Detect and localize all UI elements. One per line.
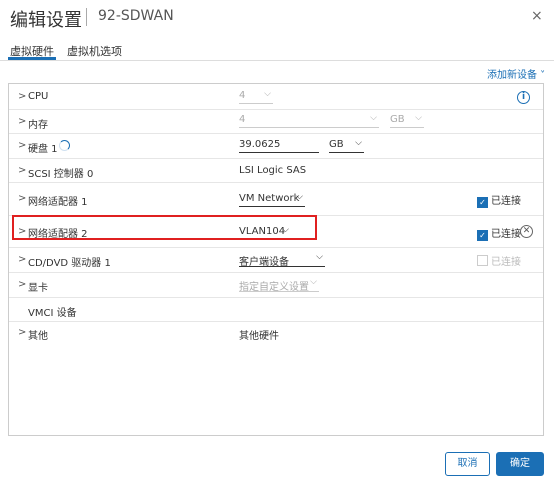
cancel-button[interactable]: 取消 xyxy=(445,452,490,476)
nic2-connected-checkbox[interactable]: ✓ 已连接 xyxy=(477,225,521,241)
video-select[interactable]: 指定自定义设置 ⌵ xyxy=(239,277,319,293)
memory-input[interactable]: 4 ⌵ xyxy=(239,113,379,128)
chevron-right-icon[interactable]: > xyxy=(18,116,26,127)
row-disk[interactable]: > 硬盘 1 39.0625 GB ⌵ xyxy=(9,133,543,159)
tabs-divider xyxy=(0,60,554,61)
info-icon[interactable]: i xyxy=(517,91,530,104)
row-scsi[interactable]: > SCSI 控制器 0 LSI Logic SAS xyxy=(9,158,543,183)
memory-value: 4 xyxy=(239,114,246,125)
nic1-connected-label: 已连接 xyxy=(491,196,521,207)
video-label: 显卡 xyxy=(28,283,48,294)
add-new-device-button[interactable]: 添加新设备 ˅ xyxy=(487,66,545,81)
chevron-right-icon[interactable]: > xyxy=(18,165,26,176)
video-value: 指定自定义设置 xyxy=(239,282,309,293)
chevron-right-icon[interactable]: > xyxy=(18,140,26,151)
row-vmci: VMCI 设备 xyxy=(9,297,543,322)
cdrom-value: 客户端设备 xyxy=(239,257,289,268)
checkmark-icon: ✓ xyxy=(477,230,488,241)
memory-label: 内存 xyxy=(28,120,48,131)
row-video-card[interactable]: > 显卡 指定自定义设置 ⌵ xyxy=(9,272,543,298)
row-other[interactable]: > 其他 其他硬件 xyxy=(9,321,543,345)
close-icon[interactable]: × xyxy=(531,8,543,24)
title-divider xyxy=(86,8,87,26)
memory-unit: GB xyxy=(390,114,405,125)
row-cd-dvd[interactable]: > CD/DVD 驱动器 1 客户端设备 ⌵ 已连接 xyxy=(9,247,543,273)
checkbox-icon xyxy=(477,255,488,266)
disk-label: 硬盘 1 xyxy=(28,144,58,155)
cdrom-connected-label: 已连接 xyxy=(491,257,521,268)
chevron-right-icon[interactable]: > xyxy=(18,254,26,265)
vm-name: 92-SDWAN xyxy=(98,8,174,24)
loading-spinner-icon xyxy=(59,140,70,151)
disk-size-input[interactable]: 39.0625 xyxy=(239,139,319,153)
disk-unit-select[interactable]: GB ⌵ xyxy=(329,138,364,153)
dialog-title: 编辑设置 xyxy=(10,10,82,31)
chevron-down-icon: ⌵ xyxy=(316,252,323,262)
cpu-select[interactable]: 4 ⌵ xyxy=(239,89,273,104)
vmci-label: VMCI 设备 xyxy=(28,308,77,319)
nic1-label: 网络适配器 1 xyxy=(28,197,88,208)
cpu-label: CPU xyxy=(28,91,49,102)
row-network-adapter-1[interactable]: > 网络适配器 1 VM Network ⌵ ✓ 已连接 xyxy=(9,182,543,216)
cpu-value: 4 xyxy=(239,90,246,101)
cdrom-select[interactable]: 客户端设备 ⌵ xyxy=(239,252,325,268)
remove-device-icon[interactable]: ✕ xyxy=(520,225,533,238)
cdrom-connected-checkbox[interactable]: 已连接 xyxy=(477,253,521,268)
other-value: 其他硬件 xyxy=(239,331,279,342)
chevron-right-icon[interactable]: > xyxy=(18,193,26,204)
chevron-right-icon[interactable]: > xyxy=(18,327,26,338)
chevron-right-icon[interactable]: > xyxy=(18,91,26,102)
row-memory[interactable]: > 内存 4 ⌵ GB ⌵ xyxy=(9,109,543,134)
chevron-right-icon[interactable]: > xyxy=(18,279,26,290)
chevron-down-icon: ⌵ xyxy=(415,113,422,123)
ok-button[interactable]: 确定 xyxy=(496,452,544,476)
chevron-down-icon: ⌵ xyxy=(370,113,377,123)
row-cpu[interactable]: > CPU 4 ⌵ xyxy=(9,84,543,110)
nic1-connected-checkbox[interactable]: ✓ 已连接 xyxy=(477,192,521,208)
checkmark-icon: ✓ xyxy=(477,197,488,208)
chevron-down-icon: ⌵ xyxy=(310,277,317,287)
highlight-box xyxy=(12,215,317,240)
tab-vm-options[interactable]: 虚拟机选项 xyxy=(67,43,122,59)
chevron-down-icon: ⌵ xyxy=(296,192,303,202)
scsi-value: LSI Logic SAS xyxy=(239,165,307,176)
nic2-connected-label: 已连接 xyxy=(491,229,521,240)
disk-unit: GB xyxy=(329,139,344,150)
memory-unit-select[interactable]: GB ⌵ xyxy=(390,113,424,128)
scsi-label: SCSI 控制器 0 xyxy=(28,169,94,180)
cdrom-label: CD/DVD 驱动器 1 xyxy=(28,258,111,269)
nic1-network: VM Network xyxy=(239,193,300,204)
chevron-down-icon: ⌵ xyxy=(264,89,271,99)
chevron-down-icon: ⌵ xyxy=(355,138,362,148)
nic1-network-select[interactable]: VM Network ⌵ xyxy=(239,192,305,207)
hardware-list: > CPU 4 ⌵ > 内存 4 ⌵ GB ⌵ > 硬盘 1 39.0625 GB ⌵ … xyxy=(8,83,544,436)
other-label: 其他 xyxy=(28,331,48,342)
